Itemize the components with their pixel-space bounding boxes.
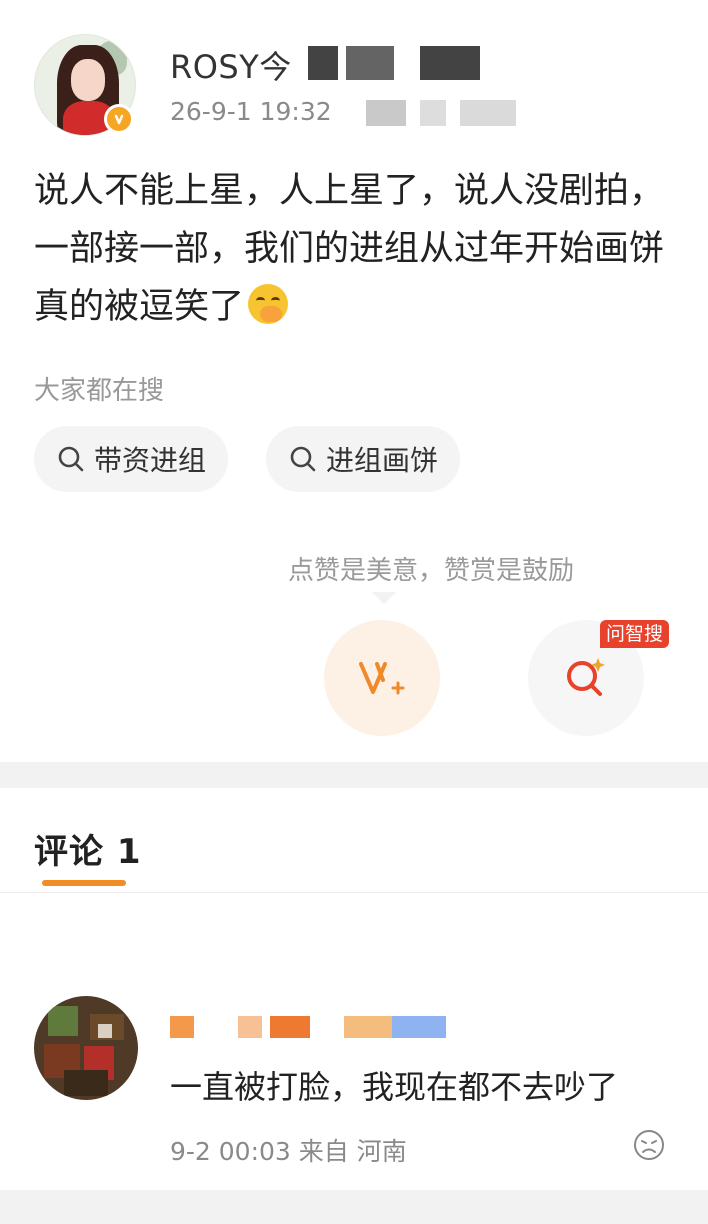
ask-badge: 问智搜 [600, 620, 670, 648]
emoji-reaction-icon[interactable] [632, 1128, 666, 1162]
comments-section: 评论 1 一直被打脸，我现在都不去吵了 9-2 00:03 来自 河南 [0, 788, 708, 1190]
section-divider [0, 762, 708, 788]
hint-pointer [372, 592, 396, 604]
redacted-commenter-mosaic [392, 1016, 446, 1038]
tab-divider [0, 892, 708, 893]
comments-tab[interactable]: 评论 1 [34, 824, 142, 873]
search-icon [58, 446, 84, 472]
search-icon [290, 446, 316, 472]
search-chip-label: 带资进组 [94, 444, 207, 477]
reward-hint: 点赞是美意，赞赏是鼓励 [288, 556, 575, 586]
redacted-commenter-mosaic [238, 1016, 262, 1038]
comment-meta: 9-2 00:03 来自 河南 [170, 1137, 407, 1166]
bottom-divider [0, 1190, 708, 1224]
trending-search-label: 大家都在搜 [34, 376, 165, 406]
smart-search-icon [567, 658, 605, 696]
redacted-commenter-mosaic [270, 1016, 310, 1038]
verified-badge-icon [104, 104, 134, 134]
active-tab-indicator [42, 880, 126, 886]
reward-v-plus-icon [359, 662, 405, 695]
post-timestamp: 26-9-1 19:32 [170, 97, 332, 126]
redacted-source-mosaic [366, 100, 406, 126]
redacted-name-mosaic [346, 46, 394, 80]
avatar-face [71, 59, 105, 101]
author-name[interactable]: ROSY今 [170, 42, 292, 88]
search-chip-label: 进组画饼 [326, 444, 439, 477]
redacted-source-mosaic [420, 100, 446, 126]
redacted-name-mosaic [308, 46, 338, 80]
post-body-line: 说人不能上星，人上星了，说人没剧拍， [34, 171, 665, 211]
redacted-commenter-mosaic [170, 1016, 194, 1038]
reward-button[interactable] [324, 620, 440, 736]
redacted-name-mosaic [420, 46, 480, 80]
post-body-line-last: 真的被逗笑了 [34, 278, 708, 336]
face-with-hand-over-mouth-emoji-icon [248, 284, 289, 324]
redacted-commenter-mosaic [344, 1016, 392, 1038]
commenter-avatar[interactable] [34, 996, 138, 1100]
post-body-line: 一部接一部，我们的进组从过年开始画饼 [34, 229, 665, 269]
comment-text: 一直被打脸，我现在都不去吵了 [170, 1068, 619, 1106]
search-chip[interactable]: 进组画饼 [266, 426, 461, 492]
post-body-line-text: 真的被逗笑了 [34, 287, 245, 327]
redacted-source-mosaic [460, 100, 516, 126]
post-card: ROSY今 26-9-1 19:32 说人不能上星，人上星了，说人没剧拍， 一部… [0, 0, 708, 762]
search-chip[interactable]: 带资进组 [34, 426, 229, 492]
post-body: 说人不能上星，人上星了，说人没剧拍， 一部接一部，我们的进组从过年开始画饼 真的… [34, 162, 708, 336]
